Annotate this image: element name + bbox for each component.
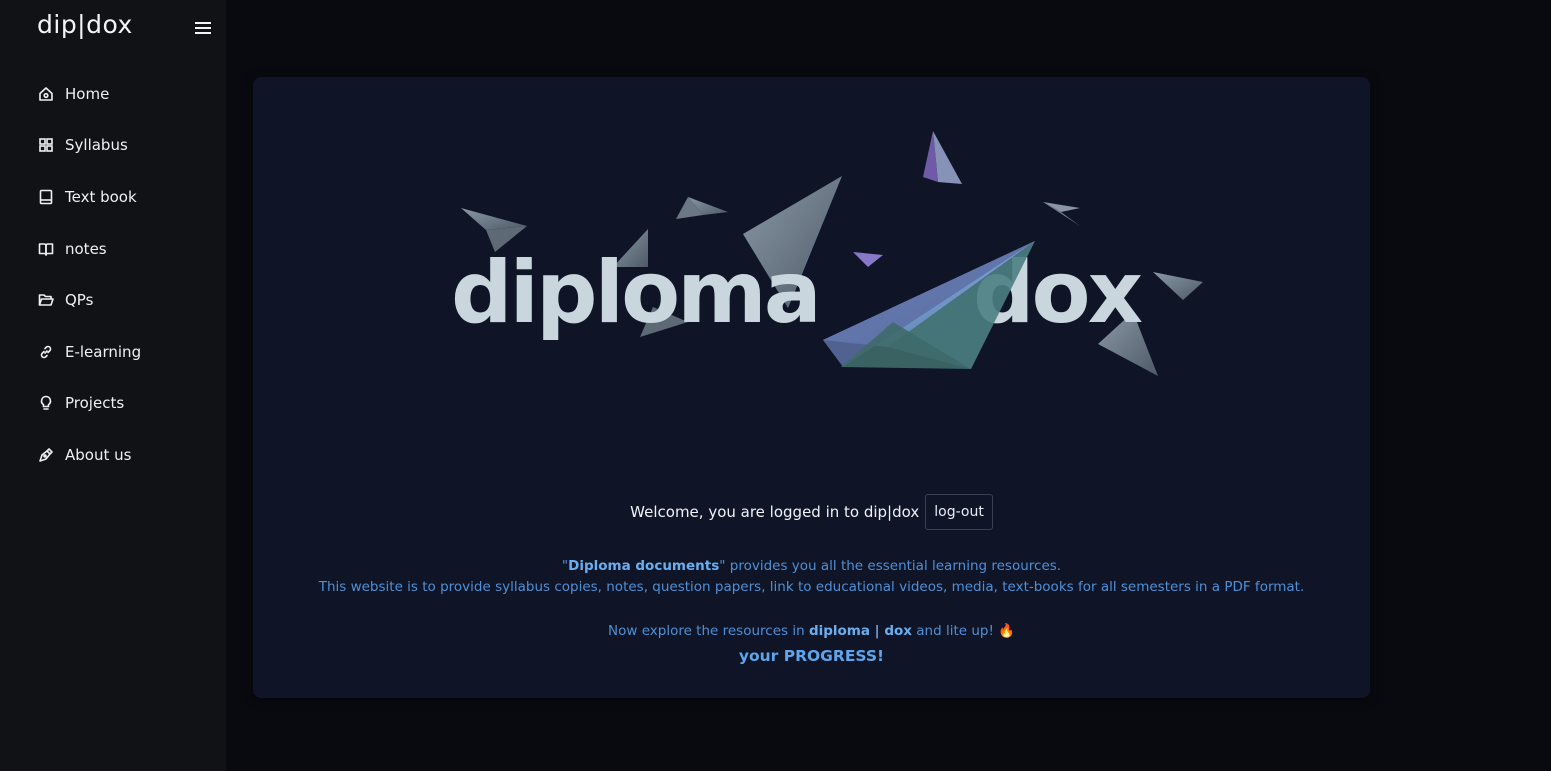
description-text: and lite up! bbox=[911, 623, 999, 639]
sidebar-item-notes[interactable]: notes bbox=[0, 223, 226, 275]
open-book-icon bbox=[38, 241, 54, 257]
book-icon bbox=[38, 189, 54, 205]
folder-open-icon bbox=[38, 292, 54, 308]
sidebar-nav: Home Syllabus Text book notes QPs E-lear… bbox=[0, 68, 226, 481]
grid-icon bbox=[38, 137, 54, 153]
lightbulb-icon bbox=[38, 395, 54, 411]
sidebar: dip|dox Home Syllabus Text book notes QP… bbox=[0, 0, 226, 771]
sidebar-item-syllabus[interactable]: Syllabus bbox=[0, 120, 226, 172]
logout-button[interactable]: log-out bbox=[925, 494, 993, 530]
sidebar-item-label: QPs bbox=[65, 291, 94, 310]
sidebar-item-label: notes bbox=[65, 239, 107, 258]
home-icon bbox=[38, 86, 54, 102]
sidebar-item-projects[interactable]: Projects bbox=[0, 378, 226, 430]
sidebar-item-text-book[interactable]: Text book bbox=[0, 171, 226, 223]
sidebar-item-label: Syllabus bbox=[65, 136, 128, 155]
description-text: Now explore the resources in bbox=[608, 623, 809, 639]
welcome-row: Welcome, you are logged in to dip|dox lo… bbox=[253, 494, 1370, 530]
diploma-dox-hero-logo: diploma dox bbox=[451, 131, 1203, 376]
sidebar-item-label: About us bbox=[65, 445, 132, 464]
highlight-diploma-documents: Diploma documents bbox=[568, 558, 720, 574]
sidebar-item-label: Projects bbox=[65, 394, 125, 413]
sidebar-item-label: E-learning bbox=[65, 342, 142, 361]
sidebar-item-label: Text book bbox=[65, 187, 137, 206]
sidebar-item-about-us[interactable]: About us bbox=[0, 429, 226, 481]
brand-logo[interactable]: dip|dox bbox=[37, 10, 133, 39]
flame-icon: 🔥 bbox=[998, 623, 1015, 639]
description-line-2: This website is to provide syllabus copi… bbox=[318, 579, 1305, 595]
paper-plane-icon bbox=[1153, 272, 1203, 300]
hamburger-menu-icon[interactable] bbox=[192, 17, 214, 39]
sidebar-item-e-learning[interactable]: E-learning bbox=[0, 326, 226, 378]
description-text: provides you all the essential learning … bbox=[725, 558, 1062, 574]
highlight-diploma-dox: diploma | dox bbox=[808, 623, 912, 639]
sidebar-item-home[interactable]: Home bbox=[0, 68, 226, 120]
hero-word-left: diploma bbox=[451, 243, 819, 343]
paper-plane-icon bbox=[1043, 202, 1080, 226]
description-line-1: "Diploma documents" provides you all the… bbox=[253, 558, 1370, 574]
paper-plane-icon bbox=[853, 252, 883, 267]
welcome-card: diploma dox Welcome, you are logged in t… bbox=[253, 77, 1370, 698]
progress-tagline: your PROGRESS! bbox=[738, 647, 885, 665]
pen-nib-icon bbox=[38, 447, 54, 463]
sidebar-item-qps[interactable]: QPs bbox=[0, 274, 226, 326]
paper-plane-icon bbox=[676, 197, 728, 219]
link-icon bbox=[38, 344, 54, 360]
description-line-3: Now explore the resources in diploma | d… bbox=[253, 623, 1370, 639]
welcome-message: Welcome, you are logged in to dip|dox bbox=[630, 503, 920, 521]
paper-plane-icon bbox=[923, 131, 962, 184]
sidebar-item-label: Home bbox=[65, 84, 110, 103]
